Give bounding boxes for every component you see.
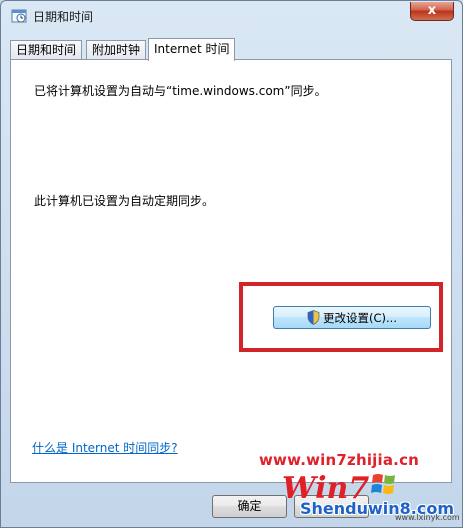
tab-additional-clocks[interactable]: 附加时钟 xyxy=(86,40,147,59)
close-icon: x xyxy=(427,3,437,18)
title-bar[interactable]: 日期和时间 x xyxy=(1,1,462,31)
change-settings-button[interactable]: 更改设置(C)... xyxy=(273,306,431,329)
tab-date-time[interactable]: 日期和时间 xyxy=(10,40,83,59)
ok-button[interactable]: 确定 xyxy=(212,495,287,518)
date-time-dialog: 日期和时间 x 日期和时间 附加时钟 Internet 时间 已将计算机设置为自… xyxy=(0,0,463,528)
change-settings-label: 更改设置(C)... xyxy=(323,310,397,325)
tab-internet-time[interactable]: Internet 时间 xyxy=(148,38,236,61)
clock-icon xyxy=(11,9,27,23)
windows-flag-icon xyxy=(371,474,395,494)
window-title: 日期和时间 xyxy=(33,10,94,24)
close-button[interactable]: x xyxy=(410,2,454,21)
uac-shield-icon xyxy=(307,310,320,325)
internet-time-panel: 已将计算机设置为自动与“time.windows.com”同步。 此计算机已设置… xyxy=(10,59,452,483)
help-link-internet-time[interactable]: 什么是 Internet 时间同步? xyxy=(32,439,178,456)
watermark-site: www.win7zhijia.cn xyxy=(259,451,420,469)
schedule-status-text: 此计算机已设置为自动定期同步。 xyxy=(34,194,215,208)
sync-status-text: 已将计算机设置为自动与“time.windows.com”同步。 xyxy=(34,84,327,98)
watermark-sub: www.lxinyk.com xyxy=(395,513,460,522)
